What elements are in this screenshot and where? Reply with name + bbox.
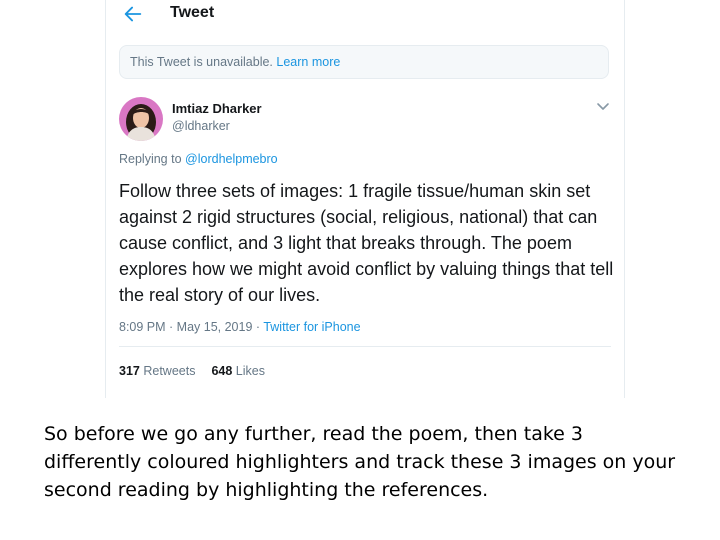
retweets-stat[interactable]: 317 Retweets [119,364,195,378]
unavailable-text: This Tweet is unavailable. [130,55,273,69]
avatar-photo [119,97,163,141]
tweet-time[interactable]: 8:09 PM [119,320,166,334]
divider [119,346,611,347]
avatar[interactable] [119,97,163,141]
replying-to-label: Replying to [119,152,182,166]
slide-caption: So before we go any further, read the po… [44,423,676,501]
page-title: Tweet [170,4,215,21]
tweet-stats: 317 Retweets 648 Likes [119,364,265,378]
tweet-text: Follow three sets of images: 1 fragile t… [119,181,614,305]
likes-label: Likes [235,364,265,378]
likes-count: 648 [211,364,233,378]
tweet-panel: Tweet This Tweet is unavailable. Learn m… [105,0,625,398]
tweet-meta: 8:09 PM · May 15, 2019 · Twitter for iPh… [119,320,361,334]
replying-to: Replying to @lordhelpmebro [119,152,278,166]
tweet-header: Tweet [106,0,624,32]
arrow-left-icon[interactable] [122,3,144,25]
tweet-source[interactable]: Twitter for iPhone [263,320,360,334]
likes-stat[interactable]: 648 Likes [211,364,265,378]
chevron-down-icon[interactable] [596,102,610,112]
author-name[interactable]: Imtiaz Dharker [172,101,262,116]
author-handle[interactable]: @ldharker [172,119,230,133]
unavailable-notice: This Tweet is unavailable. Learn more [119,45,609,79]
mention-link[interactable]: @lordhelpmebro [185,152,278,166]
learn-more-link[interactable]: Learn more [276,55,340,69]
retweets-label: Retweets [143,364,196,378]
tweet-date[interactable]: May 15, 2019 [177,320,253,334]
retweets-count: 317 [119,364,140,378]
